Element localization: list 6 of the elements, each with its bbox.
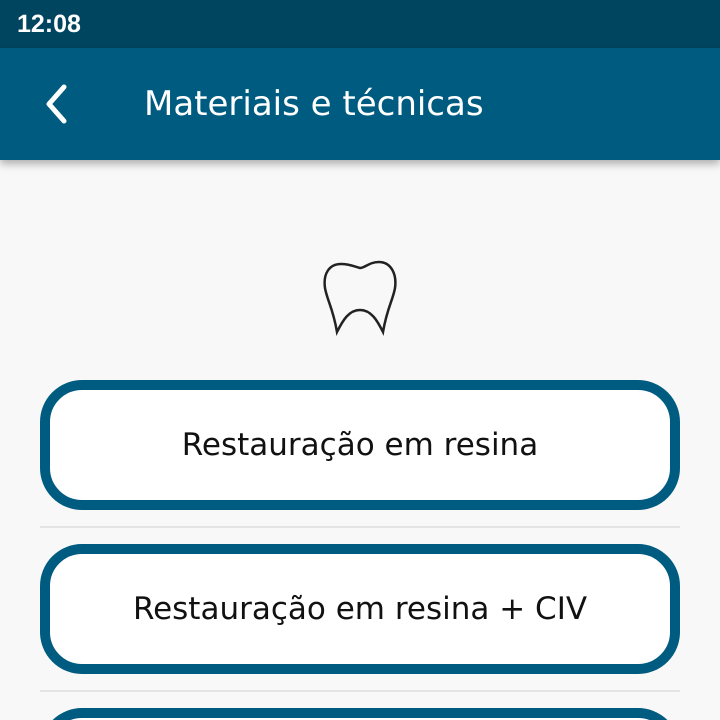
tooth-icon — [321, 258, 399, 338]
back-icon — [44, 84, 68, 124]
screen-title: Materiais e técnicas — [144, 84, 484, 124]
option-button[interactable]: Restauração em resina + CIV — [40, 544, 680, 674]
option-button[interactable]: Restauração em resina — [40, 380, 680, 510]
status-time: 12:08 — [17, 10, 81, 38]
